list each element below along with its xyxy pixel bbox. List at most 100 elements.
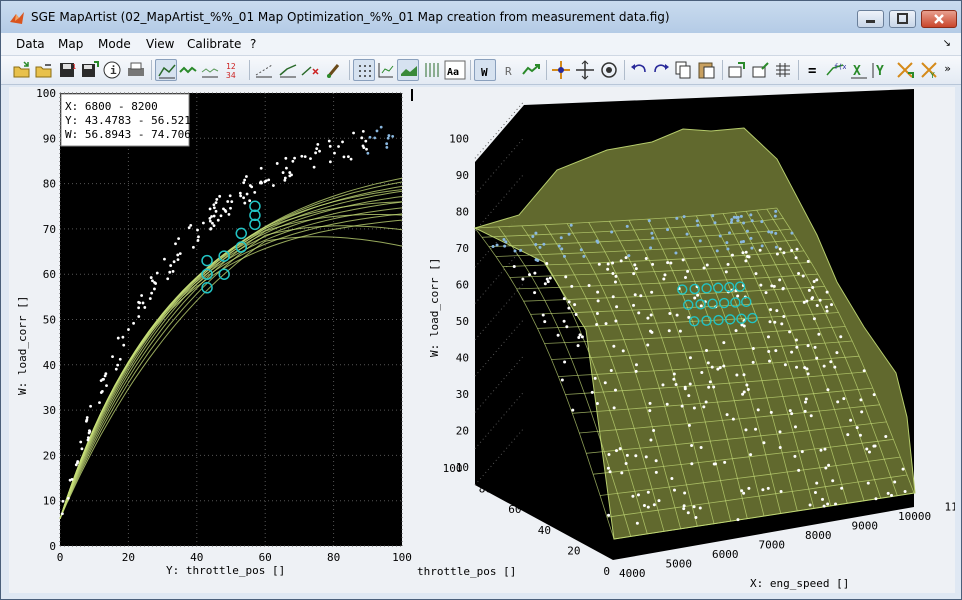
left-measurement-point (102, 377, 105, 381)
move-axis-icon[interactable] (574, 59, 596, 81)
print-icon[interactable] (125, 59, 147, 81)
toolbar-overflow-icon[interactable]: » (944, 62, 951, 75)
paste-icon[interactable] (696, 59, 718, 81)
target-icon[interactable] (598, 59, 620, 81)
refresh-map-icon[interactable] (520, 59, 542, 81)
view-lines-thin-icon[interactable] (199, 59, 221, 81)
import-map-icon[interactable] (750, 59, 772, 81)
table-grid-icon[interactable] (772, 59, 794, 81)
numbers-icon[interactable]: 12 34 (223, 59, 245, 81)
right-z-axis-label: W: load_corr [] (428, 258, 441, 357)
title-bar[interactable]: SGE MapArtist (02_MapArtist_%%_01 Map Op… (1, 1, 961, 33)
grid-plot-icon[interactable] (375, 59, 397, 81)
open-folder-icon[interactable] (11, 59, 33, 81)
surface-measurement-point (705, 263, 709, 267)
left-x-tick-label: 100 (392, 551, 412, 564)
font-icon[interactable]: Aa (444, 59, 466, 81)
surface-measurement-point (730, 218, 734, 222)
surface-measurement-point (772, 284, 776, 288)
surface-measurement-point (756, 408, 760, 412)
plot-area: 0 10 20 30 40 50 60 70 80 90 100 0 20 40 60 80 100 W: l… (9, 87, 962, 593)
left-measurement-point (346, 155, 350, 159)
surface-measurement-point (866, 481, 870, 485)
surface-measurement-point (650, 290, 654, 294)
equals-icon[interactable]: = (802, 59, 824, 81)
surface-measurement-point (560, 247, 564, 251)
menu-calibrate[interactable]: Calibrate (187, 37, 241, 51)
view-lines-icon[interactable] (155, 59, 177, 81)
vertical-grid-icon[interactable] (421, 59, 443, 81)
dashed-lines-icon[interactable] (253, 59, 275, 81)
surface-measurement-point (744, 428, 748, 432)
surface-measurement-point (610, 230, 614, 234)
surface-measurement-point (596, 290, 600, 294)
maximize-button[interactable] (889, 10, 916, 28)
fx-icon[interactable]: f(x) (824, 59, 851, 81)
app-window: SGE MapArtist (02_MapArtist_%%_01 Map Op… (0, 0, 962, 600)
right-x-tick-label: 5000 (666, 558, 693, 571)
menu-view[interactable]: View (146, 37, 174, 51)
surface-measurement-point (545, 277, 549, 281)
surface-measurement-point (608, 470, 612, 474)
surface-measurement-point (690, 462, 694, 466)
surface-measurement-point (694, 516, 698, 520)
line-delete-icon[interactable] (299, 59, 321, 81)
menu-map[interactable]: Map (58, 37, 83, 51)
copy-icon[interactable] (672, 59, 694, 81)
surface-measurement-point (736, 518, 740, 522)
menu-data[interactable]: Data (16, 37, 45, 51)
left-measurement-point (208, 207, 212, 211)
brush-icon[interactable] (323, 59, 345, 81)
surface-measurement-point (672, 377, 676, 381)
y-axis-icon[interactable]: Y (870, 59, 892, 81)
line-edit-icon[interactable] (277, 59, 299, 81)
save-disk-icon[interactable]: 1 (57, 59, 79, 81)
surface-measurement-point (612, 344, 616, 348)
left-measurement-point (312, 165, 316, 169)
left-measurement-point (227, 212, 231, 216)
menu-help[interactable]: ? (250, 37, 256, 51)
surface-measurement-point (642, 504, 646, 508)
left-y-tick-label: 40 (43, 359, 56, 372)
save-all-icon[interactable] (79, 59, 101, 81)
move-cursor-icon[interactable] (550, 59, 572, 81)
points-icon[interactable] (353, 59, 375, 81)
menu-chevron-icon[interactable]: ↘ (943, 38, 951, 49)
view-lines-green-icon[interactable] (177, 59, 199, 81)
left-measurement-point (285, 166, 288, 170)
surface-plot-icon[interactable] (397, 59, 419, 81)
svg-text:1: 1 (72, 63, 76, 71)
menu-mode[interactable]: Mode (98, 37, 131, 51)
left-measurement-point (172, 260, 176, 264)
left-measurement-point (137, 306, 141, 310)
surface-measurement-point (619, 259, 623, 263)
surface-measurement-point (750, 219, 754, 223)
left-measurement-point (105, 384, 108, 388)
xy-tool-icon[interactable] (894, 59, 916, 81)
redo-icon[interactable] (650, 59, 672, 81)
export-map-icon[interactable] (726, 59, 748, 81)
right-y-axis-label: throttle_pos [] (417, 565, 516, 578)
left-measurement-point (174, 242, 177, 246)
surface-measurement-point (734, 329, 738, 333)
left-measurement-point (218, 194, 222, 198)
left-measurement-point (116, 336, 120, 340)
surface-measurement-point (580, 335, 584, 339)
left-plot-background[interactable] (60, 93, 402, 546)
info-icon[interactable]: i (101, 59, 123, 81)
surface-measurement-point (710, 365, 714, 369)
x-axis-icon[interactable]: X (848, 59, 870, 81)
surface-measurement-point (718, 366, 722, 370)
undo-icon[interactable] (628, 59, 650, 81)
surface-measurement-point (790, 231, 794, 235)
surface-measurement-point (649, 313, 653, 317)
minimize-button[interactable] (857, 10, 884, 28)
surface-measurement-point (749, 213, 753, 217)
open-folder-arrow-icon[interactable] (33, 59, 55, 81)
surface-measurement-point (678, 329, 682, 333)
right-z-tick-label: 30 (456, 388, 469, 401)
r-toggle-icon[interactable]: R (498, 59, 520, 81)
close-button[interactable] (921, 10, 957, 28)
xy-select-icon[interactable]: Y (918, 59, 940, 81)
w-toggle-icon[interactable]: W (474, 59, 496, 81)
